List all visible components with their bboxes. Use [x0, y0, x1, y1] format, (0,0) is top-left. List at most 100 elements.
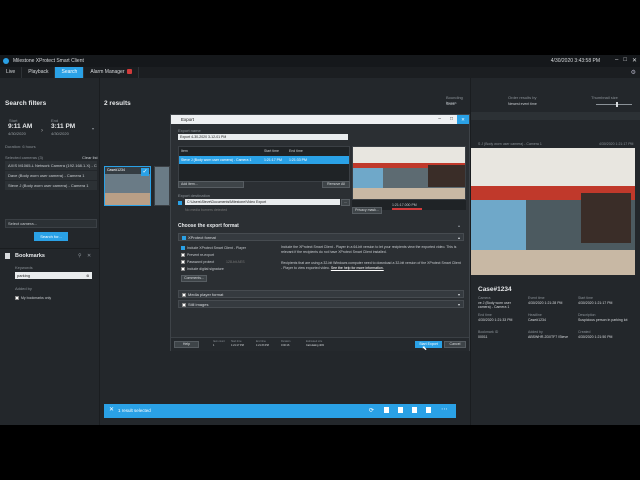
- bookmark-icon[interactable]: [398, 407, 403, 413]
- sort-value[interactable]: Show: [446, 102, 455, 106]
- list-item[interactable]: Dave (Body worn user camera) - Camera 1: [5, 171, 97, 180]
- close-icon[interactable]: ✕: [457, 115, 469, 124]
- maximize-icon[interactable]: □: [450, 115, 453, 124]
- remove-all-button[interactable]: Remove All: [322, 181, 350, 188]
- media-player-section[interactable]: Media player format ▾: [178, 290, 464, 298]
- slider-handle[interactable]: [616, 102, 618, 107]
- tab-playback[interactable]: Playback: [22, 67, 56, 78]
- column-header-item: Item: [181, 149, 188, 153]
- chevron-up-icon[interactable]: ▴: [458, 223, 460, 228]
- start-time: 9:11 AM: [8, 123, 33, 130]
- clear-list-link[interactable]: Clear list: [82, 155, 98, 160]
- maximize-icon[interactable]: □: [623, 57, 627, 64]
- setup-icon[interactable]: ⚙: [631, 69, 636, 76]
- detail-field: Description Suspicious person in parking …: [578, 313, 628, 322]
- include-signature-option[interactable]: Include digital signature: [181, 266, 276, 273]
- selection-count: 1 result selected: [118, 408, 151, 413]
- item-end: 1:21:33 PM: [289, 158, 307, 162]
- close-icon[interactable]: ✕: [87, 253, 91, 259]
- filter-options-icon[interactable]: ⚲: [78, 253, 82, 259]
- share-icon[interactable]: [384, 407, 389, 413]
- field-label: Start time: [578, 296, 593, 300]
- results-count: 2 results: [104, 100, 131, 107]
- chevron-down-icon[interactable]: ▾: [92, 126, 94, 131]
- start-date: 4/30/2020: [8, 131, 26, 136]
- result-thumbnail[interactable]: Case#1234 ✓: [104, 166, 151, 206]
- summary-label: Duration: [281, 340, 291, 343]
- timeline-strip[interactable]: [471, 112, 640, 120]
- bookmark-icon: [5, 253, 10, 259]
- add-item-dropdown[interactable]: Add item...: [178, 181, 244, 188]
- field-value: ve J (Body worn user camera) - Camera 1: [478, 301, 511, 309]
- minimize-icon[interactable]: –: [615, 57, 618, 64]
- destination-path-input[interactable]: C:\Users\Steve\Documents\Milestone\Video…: [185, 199, 340, 205]
- summary-label: Item count: [213, 340, 225, 343]
- scene-floor: [105, 193, 150, 205]
- order-value[interactable]: Newest event time: [508, 102, 537, 106]
- tab-live[interactable]: Live: [0, 67, 23, 78]
- destination-checkbox[interactable]: [178, 200, 184, 206]
- bookmark-title: Case#1234: [478, 286, 512, 293]
- browse-button[interactable]: …: [341, 199, 350, 206]
- export-preview-video[interactable]: [352, 146, 466, 200]
- include-player-option[interactable]: Include XProtect Smart Client - Player: [181, 245, 276, 252]
- list-item[interactable]: Steve J (Body worn user camera) - Camera…: [5, 181, 97, 190]
- my-bookmarks-label: My bookmarks only: [21, 296, 52, 300]
- field-label: Headline: [528, 313, 542, 317]
- detail-field: End time 4/30/2020 1:21:33 PM: [478, 313, 523, 322]
- preview-video[interactable]: [471, 148, 635, 275]
- divider: [0, 248, 100, 249]
- selected-check-icon[interactable]: ✓: [141, 168, 149, 176]
- window-title: Milestone XProtect Smart Client: [13, 58, 84, 64]
- chevron-down-icon: ▾: [457, 292, 460, 297]
- still-images-section[interactable]: Still images ▾: [178, 300, 464, 308]
- export-icon[interactable]: ⟳: [369, 407, 374, 414]
- my-bookmarks-checkbox[interactable]: My bookmarks only: [15, 295, 51, 301]
- checkbox-icon: [181, 252, 185, 257]
- result-thumbnail[interactable]: [154, 166, 170, 206]
- field-value: 4/30/2020 1:21:28 PM: [528, 301, 563, 305]
- minimize-icon[interactable]: –: [438, 115, 441, 124]
- title-bar: Milestone XProtect Smart Client 4/30/202…: [0, 55, 640, 67]
- select-camera-dropdown[interactable]: Select camera...: [5, 219, 97, 228]
- detail-field: Event time 4/30/2020 1:21:28 PM: [528, 296, 573, 305]
- more-icon[interactable]: ⋯: [441, 405, 448, 413]
- comments-button[interactable]: Comments...: [181, 275, 207, 282]
- image-icon[interactable]: [426, 407, 431, 413]
- summary-duration: Duration 0:00:16: [281, 340, 290, 347]
- tab-alarm-manager[interactable]: Alarm Manager: [84, 67, 139, 78]
- summary-value: 1: [213, 344, 215, 347]
- table-row[interactable]: Steve J (Body worn user camera) - Camera…: [179, 156, 349, 164]
- password-protect-option[interactable]: Password protect 128-bit AES: [181, 259, 276, 266]
- end-time-picker[interactable]: 3:11 PM 4/30/2020: [51, 123, 75, 143]
- evidence-lock-icon[interactable]: [412, 407, 417, 413]
- chevron-up-icon: ▴: [457, 235, 460, 240]
- encryption-level[interactable]: 128-bit AES: [226, 260, 244, 264]
- cancel-button[interactable]: Cancel: [444, 341, 466, 348]
- clear-input-icon[interactable]: ⊗: [86, 273, 89, 278]
- export-range-marker[interactable]: [392, 208, 422, 210]
- help-link[interactable]: See the help for more information.: [331, 266, 384, 270]
- privacy-mask-button[interactable]: Privacy mask...: [352, 207, 382, 214]
- prevent-reexport-option[interactable]: Prevent re-export: [181, 252, 276, 259]
- summary-value: Calculating 40%: [306, 344, 325, 347]
- scene-window: [471, 200, 526, 250]
- close-icon[interactable]: ✕: [632, 57, 637, 64]
- thumbnail-size-slider[interactable]: [596, 104, 632, 105]
- help-button[interactable]: Help: [174, 341, 199, 348]
- export-name-input[interactable]: Export 4-30-2020 3-12-01 PM: [178, 134, 348, 140]
- list-item[interactable]: AXIS M1065-L Network Camera (192.168.1.X…: [5, 161, 97, 170]
- xprotect-format-section[interactable]: XProtect format ▴: [178, 233, 464, 241]
- start-export-button[interactable]: Start Export: [415, 341, 442, 348]
- summary-end: End time 1:21:33 PM: [256, 340, 269, 347]
- keywords-input[interactable]: parking: [15, 272, 92, 279]
- field-label: End time: [478, 313, 492, 317]
- checkbox-icon: [182, 292, 186, 297]
- close-icon[interactable]: ✕: [109, 406, 114, 413]
- column-header-start: Start time: [264, 149, 279, 153]
- item-start: 1:21:17 PM: [264, 158, 282, 162]
- item-name: Steve J (Body worn user camera) - Camera…: [181, 158, 252, 162]
- search-for-button[interactable]: Search for...: [34, 232, 68, 241]
- start-time-picker[interactable]: 9:11 AM 4/30/2020: [8, 123, 32, 143]
- tab-search[interactable]: Search: [55, 67, 85, 78]
